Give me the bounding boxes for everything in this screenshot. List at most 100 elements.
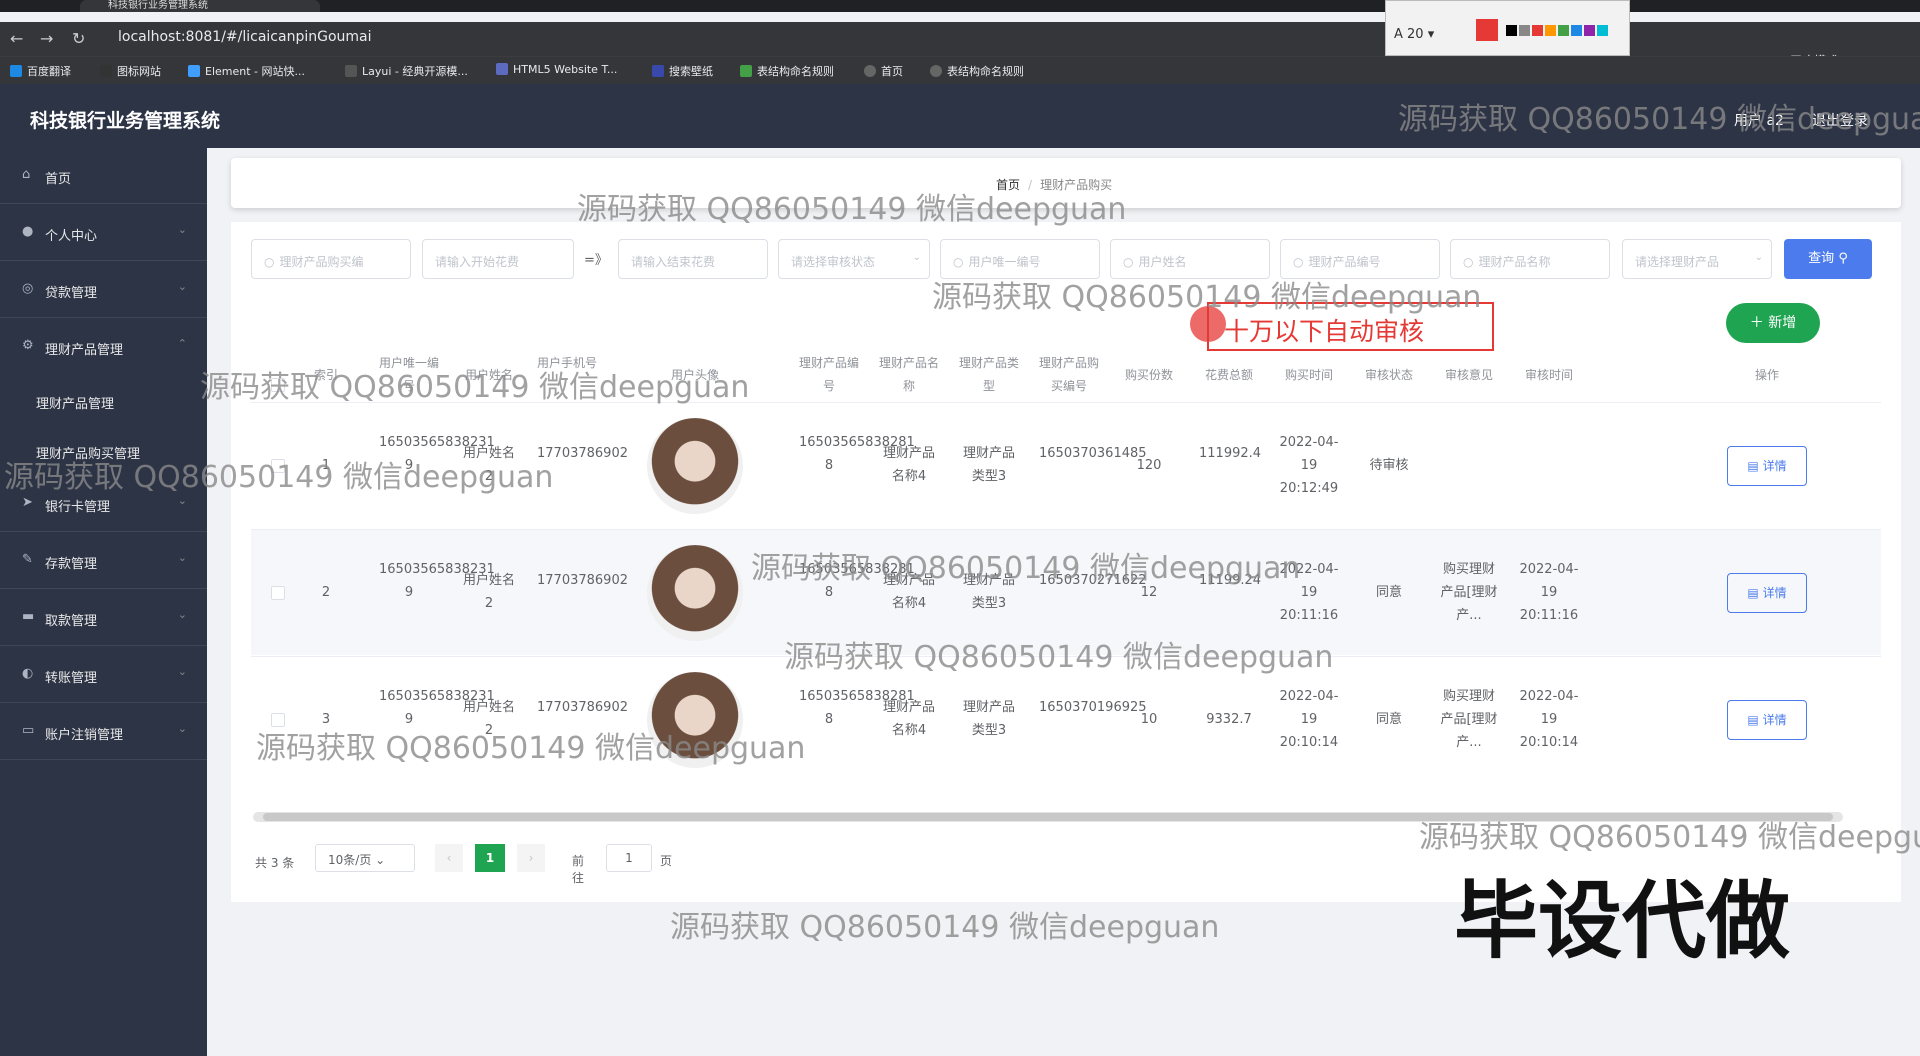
color-swatch[interactable] (1597, 25, 1608, 36)
deposit-icon: ✎ (22, 552, 33, 567)
sidebar-item-label: 取款管理 (45, 614, 98, 629)
detail-button[interactable]: ▤ 详情 (1727, 446, 1807, 486)
bookmark-item[interactable]: 表结构命名规则 (740, 63, 834, 79)
sidebar-item-label: 个人中心 (45, 229, 98, 244)
color-swatch[interactable] (1571, 25, 1582, 36)
browser-tab-bar: 科技银行业务管理系统 (0, 0, 1920, 12)
cell-audit-opinion: 购买理财产品[理财产... (1440, 689, 1498, 750)
range-separator: =》 (584, 253, 608, 268)
active-color-swatch[interactable] (1476, 19, 1498, 41)
detail-button[interactable]: ▤ 详情 (1727, 700, 1807, 740)
start-cost-input[interactable]: 请输入开始花费 (422, 239, 574, 279)
sidebar-item-home[interactable]: ⌂ 首页 (0, 148, 207, 204)
finance-icon: ⚙ (22, 338, 34, 353)
bookmark-item[interactable]: 表结构命名规则 (930, 63, 1024, 79)
sidebar-item-transfer[interactable]: ◐ 转账管理 ⌄ (0, 647, 207, 703)
bookmark-item[interactable]: Element - 网站快... (188, 63, 305, 79)
detail-button[interactable]: ▤ 详情 (1727, 573, 1807, 613)
sidebar-item-withdraw[interactable]: ▬ 取款管理 ⌄ (0, 590, 207, 646)
bookmark-label: 图标网站 (117, 65, 161, 78)
document-icon: ▤ (1747, 713, 1759, 727)
cell-audit-status: 同意 (1375, 585, 1402, 600)
sidebar-item-loan[interactable]: ◎ 贷款管理 ⌄ (0, 262, 207, 318)
promo-watermark: 毕设代做 (1454, 872, 1791, 970)
brush-size-field[interactable]: A 20 ▾ (1394, 27, 1434, 42)
cell-product-type: 理财产品类型3 (962, 446, 1015, 484)
search-icon: ○ (1463, 255, 1474, 269)
cell-product-id: 16503565838281 8 (799, 689, 915, 727)
col-header: 花费总额 (1204, 368, 1253, 382)
brush-size-value: 20 (1407, 27, 1424, 42)
address-bar: ← → ↻ localhost:8081/#/licaicanpinGoumai… (0, 22, 1920, 68)
sidebar-item-label: 存款管理 (45, 557, 98, 572)
sidebar-item-label: 理财产品管理 (45, 343, 124, 358)
chevron-down-icon: ⌄ (177, 722, 187, 735)
bookmark-item[interactable]: Layui - 经典开源模... (345, 63, 468, 79)
audit-status-select[interactable]: 请选择审核状态 ⌄ (778, 239, 930, 279)
color-swatch[interactable] (1532, 25, 1543, 36)
chevron-up-icon: ⌃ (177, 337, 187, 350)
sidebar-subitem-finance-products[interactable]: 理财产品管理 (0, 376, 207, 426)
watermark: 源码获取 QQ86050149 微信deepguan (670, 910, 1220, 945)
input-placeholder: 用户唯一编号 (968, 255, 1041, 269)
browser-tab[interactable]: 科技银行业务管理系统 (80, 0, 320, 12)
prev-page-button[interactable]: ‹ (435, 844, 463, 872)
search-button[interactable]: 查询 ⚲ (1784, 239, 1872, 279)
sidebar-item-label: 账户注销管理 (45, 728, 124, 743)
add-button[interactable]: ＋ 新增 (1726, 303, 1820, 343)
col-header: 理财产品编号 (799, 356, 860, 393)
user-icon: ● (22, 224, 34, 239)
sidebar-item-profile[interactable]: ● 个人中心 ⌄ (0, 205, 207, 261)
watermark: 源码获取 QQ86050149 微信deepguan (1398, 102, 1920, 137)
page-size-select[interactable]: 10条/页 ⌄ (315, 844, 415, 872)
transfer-icon: ◐ (22, 666, 34, 681)
cell-purchase-time: 2022-04-19 20:10:14 (1279, 689, 1339, 750)
bookmark-item[interactable]: 首页 (864, 63, 903, 79)
annotation-text: 十万以下自动审核 (1224, 317, 1425, 346)
sidebar-item-account[interactable]: ▭ 账户注销管理 ⌄ (0, 704, 207, 760)
color-swatch[interactable] (1506, 25, 1517, 36)
cell-product-id: 16503565838281 8 (799, 435, 915, 473)
product-select[interactable]: 请选择理财产品 ⌄ (1622, 239, 1772, 279)
cell-product-name: 理财产品名称4 (882, 700, 935, 738)
watermark: 源码获取 QQ86050149 微信deepguan (1419, 820, 1920, 855)
reload-icon[interactable]: ↻ (72, 29, 85, 48)
sidebar-item-finance[interactable]: ⚙ 理财产品管理 ⌃ (0, 319, 207, 375)
search-button-label: 查询 (1808, 251, 1835, 266)
sidebar-item-deposit[interactable]: ✎ 存款管理 ⌄ (0, 533, 207, 589)
color-swatch[interactable] (1545, 25, 1556, 36)
cell-audit-status: 同意 (1375, 712, 1402, 727)
bookmark-item[interactable]: HTML5 Website T... (496, 63, 617, 76)
bookmark-item[interactable]: 搜索壁纸 (652, 63, 713, 79)
color-swatch[interactable] (1558, 25, 1569, 36)
next-page-button[interactable]: › (517, 844, 545, 872)
input-placeholder: 请选择理财产品 (1635, 255, 1720, 269)
url-field[interactable]: localhost:8081/#/licaicanpinGoumai (118, 29, 372, 45)
forward-icon[interactable]: → (40, 29, 53, 48)
cell-quantity: 120 (1136, 458, 1162, 473)
search-icon: ○ (953, 255, 964, 269)
page-number-button[interactable]: 1 (475, 844, 505, 872)
input-placeholder: 请选择审核状态 (791, 255, 876, 269)
bookmark-item[interactable]: 百度翻译 (10, 63, 71, 79)
account-icon: ▭ (22, 723, 35, 738)
purchase-no-input[interactable]: ○ 理财产品购买编 (251, 239, 411, 279)
bookmark-item[interactable]: 图标网站 (100, 63, 161, 79)
row-checkbox[interactable] (271, 586, 285, 600)
search-icon: ○ (1293, 255, 1304, 269)
goto-page-input[interactable]: 1 (606, 844, 652, 872)
watermark: 源码获取 QQ86050149 微信deepguan (784, 640, 1334, 675)
input-placeholder: 理财产品名称 (1478, 255, 1551, 269)
end-cost-input[interactable]: 请输入结束花费 (618, 239, 768, 279)
sidebar-subitem-label: 理财产品管理 (36, 397, 115, 412)
bookmark-label: 百度翻译 (27, 65, 71, 78)
color-swatch[interactable] (1584, 25, 1595, 36)
color-swatch[interactable] (1519, 25, 1530, 36)
document-icon: ▤ (1747, 459, 1759, 473)
back-icon[interactable]: ← (10, 29, 23, 48)
bookmarks-bar: 百度翻译 图标网站 Element - 网站快... Layui - 经典开源模… (0, 56, 1920, 84)
search-icon: ○ (264, 255, 275, 269)
watermark: 源码获取 QQ86050149 微信deepguan (751, 551, 1301, 586)
bookmark-label: 首页 (881, 65, 903, 78)
cell-audit-time: 2022-04-19 20:10:14 (1519, 689, 1579, 750)
